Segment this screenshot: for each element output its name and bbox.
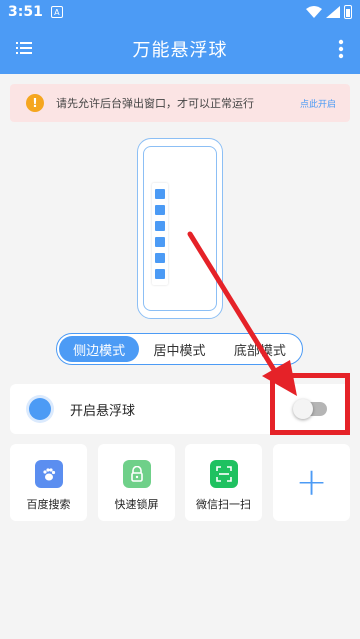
- strip-item: [155, 189, 165, 199]
- wifi-icon: [306, 6, 322, 18]
- toggle-label: 开启悬浮球: [70, 403, 136, 419]
- lock-icon: [122, 460, 151, 488]
- strip-item: [155, 205, 165, 215]
- page-title: 万能悬浮球: [132, 40, 228, 61]
- tool-quick-lock[interactable]: 快速锁屏: [98, 444, 175, 521]
- baidu-paw-icon: [34, 460, 63, 488]
- app-bar: 万能悬浮球: [0, 24, 360, 74]
- permission-banner: ! 请先允许后台弹出窗口，才可以正常运行 点此开启: [10, 84, 350, 122]
- strip-item: [155, 237, 165, 247]
- phone-screen: [143, 146, 217, 311]
- menu-icon[interactable]: [16, 41, 32, 55]
- strip-item: [155, 221, 165, 231]
- status-bar: 3:51 A: [0, 0, 360, 24]
- tool-label: 快速锁屏: [114, 498, 159, 511]
- mode-selector: 侧边模式 居中模式 底部模式: [56, 333, 303, 365]
- floating-ball-icon: [29, 398, 51, 420]
- phone-preview: [137, 138, 223, 319]
- enable-link[interactable]: 点此开启: [300, 97, 336, 110]
- banner-message: 请先允许后台弹出窗口，才可以正常运行: [56, 97, 254, 110]
- mode-center-tab[interactable]: 居中模式: [139, 336, 219, 362]
- more-vert-icon[interactable]: [338, 39, 344, 59]
- signal-icon: [326, 6, 340, 18]
- tool-baidu-search[interactable]: 百度搜索: [10, 444, 87, 521]
- strip-item: [155, 269, 165, 279]
- battery-icon: [344, 5, 352, 19]
- notification-icon: A: [50, 6, 63, 18]
- tool-label: 百度搜索: [26, 498, 71, 511]
- add-tool-button[interactable]: +: [273, 444, 350, 521]
- status-icons: [306, 5, 352, 19]
- warning-icon: !: [26, 94, 44, 112]
- mode-side-tab[interactable]: 侧边模式: [59, 336, 140, 362]
- tool-wechat-scan[interactable]: 微信扫一扫: [185, 444, 262, 521]
- annotation-highlight-box: [270, 373, 350, 435]
- status-time: 3:51: [8, 4, 43, 20]
- floating-ball-strip: [152, 183, 168, 285]
- tool-label: 微信扫一扫: [196, 498, 251, 511]
- scan-icon: [209, 460, 238, 488]
- strip-item: [155, 253, 165, 263]
- mode-bottom-tab[interactable]: 底部模式: [220, 336, 300, 362]
- add-icon: +: [295, 460, 328, 504]
